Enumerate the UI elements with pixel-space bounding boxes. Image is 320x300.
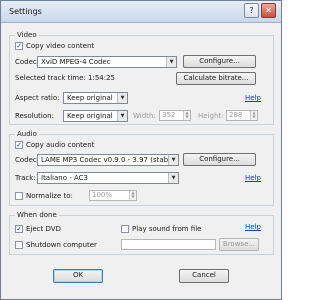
spin-down-icon: ▼ — [252, 114, 256, 119]
aspect-ratio-dropdown[interactable]: Keep original ▼ — [63, 92, 128, 104]
check-icon: ✓ — [16, 141, 22, 149]
normalize-value: 100% — [92, 191, 113, 199]
width-label: Width: — [133, 112, 156, 120]
track-label: Track: — [15, 174, 36, 182]
aspect-ratio-value: Keep original — [67, 94, 113, 102]
when-done-group-title: When done — [15, 211, 59, 219]
play-sound-label: Play sound from file — [132, 225, 202, 233]
spin-down-icon: ▼ — [131, 194, 135, 199]
normalize-input[interactable]: 100% ▲ ▼ — [89, 190, 137, 201]
audio-group-title: Audio — [15, 130, 39, 138]
resolution-label: Resolution: — [15, 112, 54, 120]
width-value: 352 — [162, 111, 176, 119]
audio-help-link[interactable]: Help — [245, 174, 261, 182]
width-spinner[interactable]: ▲ ▼ — [183, 111, 190, 120]
audio-codec-dropdown[interactable]: LAME MP3 Codec v0.9.0 - 3.97 (stable) ▼ — [37, 154, 179, 166]
sound-file-input[interactable] — [121, 239, 216, 250]
video-codec-label: Codec: — [15, 58, 40, 66]
height-value: 288 — [229, 111, 243, 119]
video-codec-dropdown[interactable]: XviD MPEG-4 Codec ▼ — [37, 56, 177, 68]
browse-button[interactable]: Browse... — [219, 238, 259, 251]
audio-track-value: Italiano - AC3 — [41, 174, 88, 182]
chevron-down-icon: ▼ — [166, 57, 176, 67]
copy-video-label: Copy video content — [26, 42, 95, 50]
normalize-label: Normalize to: — [26, 192, 73, 200]
title-bar[interactable]: Settings ? ✕ — [1, 1, 281, 23]
shutdown-label: Shutdown computer — [26, 241, 97, 249]
chevron-down-icon: ▼ — [168, 173, 178, 183]
audio-codec-value: LAME MP3 Codec v0.9.0 - 3.97 (stable) — [41, 156, 178, 164]
selected-track-time: Selected track time: 1:54:25 — [15, 74, 115, 82]
chevron-down-icon: ▼ — [117, 111, 127, 121]
height-label: Height: — [198, 112, 224, 120]
width-input[interactable]: 352 ▲ ▼ — [159, 110, 191, 121]
eject-dvd-checkbox[interactable]: ✓ — [15, 225, 23, 233]
normalize-checkbox[interactable] — [15, 192, 23, 200]
video-group-title: Video — [15, 31, 39, 39]
calculate-bitrate-button[interactable]: Calculate bitrate... — [176, 72, 256, 85]
copy-audio-label: Copy audio content — [26, 141, 95, 149]
video-help-link[interactable]: Help — [245, 94, 261, 102]
video-codec-value: XviD MPEG-4 Codec — [41, 58, 111, 66]
chevron-down-icon: ▼ — [117, 93, 127, 103]
window-title: Settings — [9, 7, 42, 16]
audio-codec-label: Codec: — [15, 156, 40, 164]
height-spinner[interactable]: ▲ ▼ — [250, 111, 257, 120]
spin-down-icon: ▼ — [185, 114, 189, 119]
video-configure-button[interactable]: Configure... — [183, 55, 256, 68]
eject-dvd-label: Eject DVD — [26, 225, 61, 233]
when-done-help-link[interactable]: Help — [245, 223, 261, 231]
height-input[interactable]: 288 ▲ ▼ — [226, 110, 258, 121]
ok-button[interactable]: OK — [53, 269, 103, 283]
resolution-value: Keep original — [67, 112, 113, 120]
settings-dialog: Settings ? ✕ Video ✓ Copy video content … — [0, 0, 282, 300]
close-button[interactable]: ✕ — [261, 3, 276, 18]
resolution-dropdown[interactable]: Keep original ▼ — [63, 110, 128, 122]
audio-configure-button[interactable]: Configure... — [183, 153, 256, 166]
help-title-button[interactable]: ? — [244, 3, 259, 18]
shutdown-checkbox[interactable] — [15, 241, 23, 249]
play-sound-checkbox[interactable] — [121, 225, 129, 233]
normalize-spinner[interactable]: ▲ ▼ — [129, 191, 136, 200]
cancel-button[interactable]: Cancel — [179, 269, 229, 283]
aspect-ratio-label: Aspect ratio: — [15, 94, 60, 102]
check-icon: ✓ — [16, 42, 22, 50]
copy-video-checkbox[interactable]: ✓ — [15, 42, 23, 50]
copy-audio-checkbox[interactable]: ✓ — [15, 141, 23, 149]
chevron-down-icon: ▼ — [168, 155, 178, 165]
check-icon: ✓ — [16, 225, 22, 233]
audio-track-dropdown[interactable]: Italiano - AC3 ▼ — [37, 172, 179, 184]
